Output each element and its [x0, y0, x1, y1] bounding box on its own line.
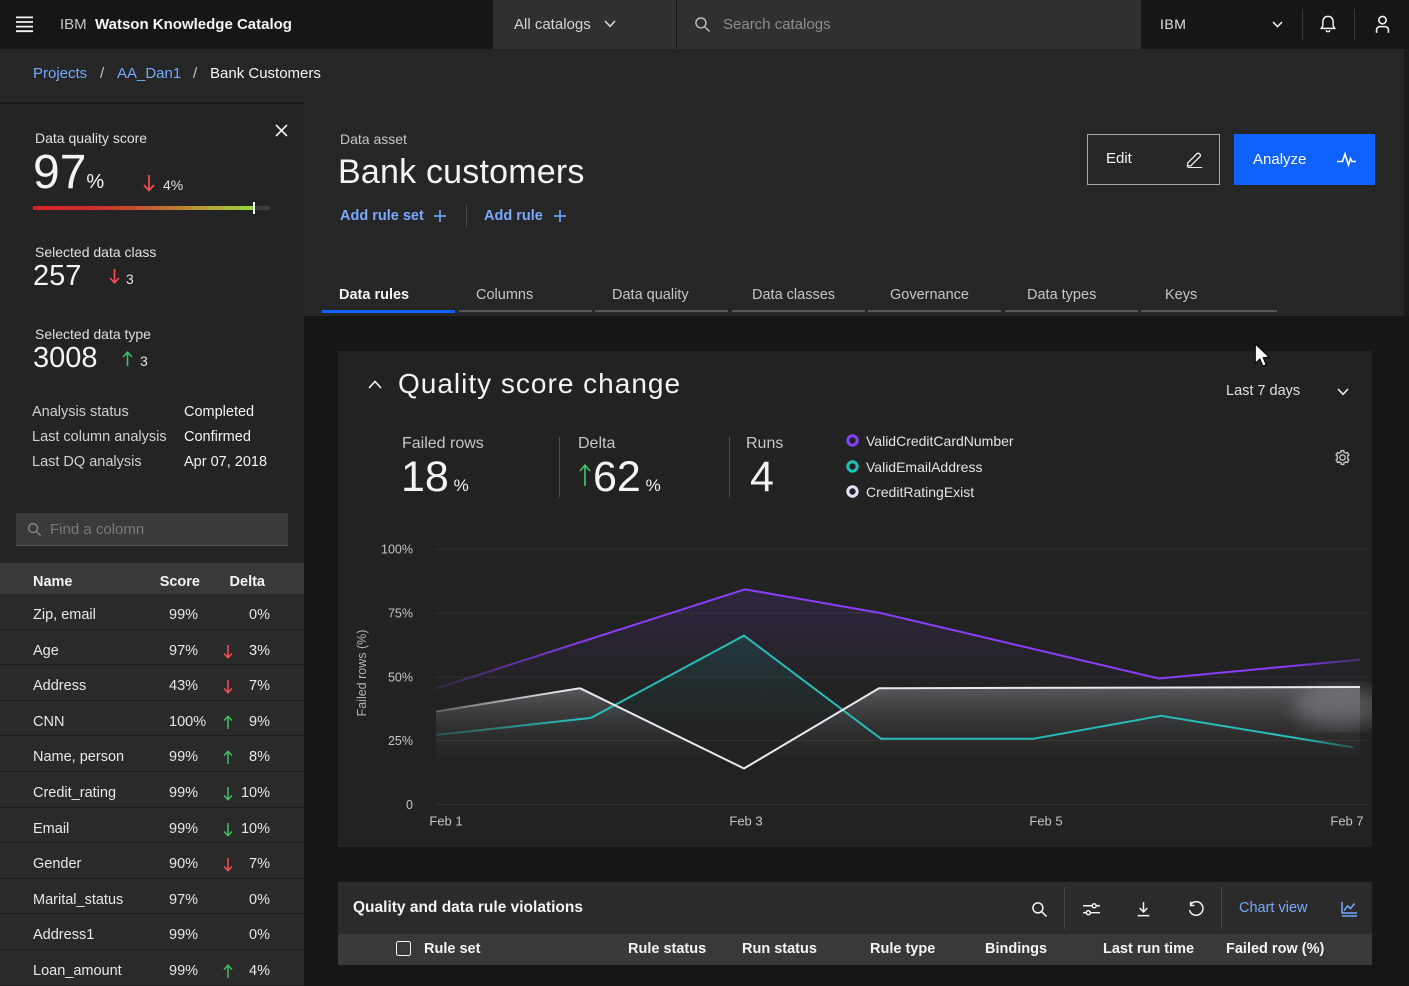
svg-text:Failed rows (%): Failed rows (%): [355, 630, 369, 717]
svg-text:75%: 75%: [388, 607, 413, 621]
svg-text:50%: 50%: [388, 671, 413, 685]
svg-text:Feb 7: Feb 7: [1330, 814, 1363, 829]
svg-text:25%: 25%: [388, 734, 413, 748]
svg-text:0: 0: [406, 798, 413, 812]
svg-text:Feb 1: Feb 1: [429, 814, 462, 829]
svg-text:Feb 5: Feb 5: [1029, 814, 1062, 829]
svg-text:100%: 100%: [381, 543, 413, 557]
svg-text:Feb 3: Feb 3: [729, 814, 762, 829]
